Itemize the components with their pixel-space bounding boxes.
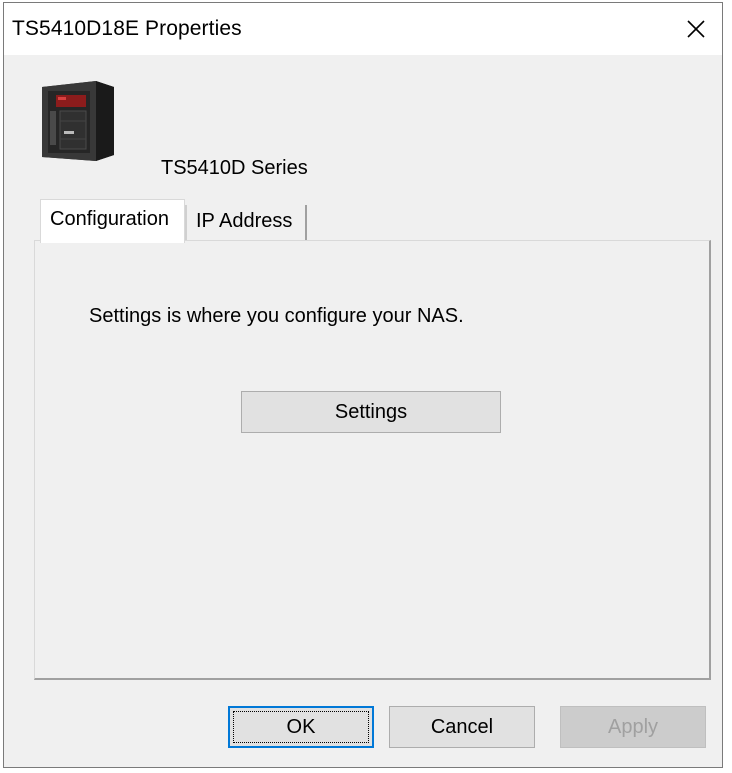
tab-configuration-label: Configuration — [50, 208, 169, 230]
settings-button-label: Settings — [334, 400, 408, 423]
ok-button[interactable]: OK — [228, 706, 374, 748]
apply-button-label: Apply — [607, 715, 659, 738]
apply-button[interactable]: Apply — [560, 706, 706, 748]
device-model-label: TS5410D Series — [161, 157, 308, 179]
cancel-button-label: Cancel — [430, 715, 494, 738]
tab-configuration[interactable]: Configuration — [40, 199, 185, 243]
tab-ip-address[interactable]: IP Address — [185, 205, 307, 241]
focus-indicator — [233, 711, 369, 743]
close-icon — [687, 20, 705, 38]
cancel-button[interactable]: Cancel — [389, 706, 535, 748]
settings-button[interactable]: Settings — [241, 391, 501, 433]
properties-dialog: TS5410D18E Properties TS5410D Series Con… — [3, 2, 723, 768]
configuration-panel: Settings is where you configure your NAS… — [34, 240, 711, 680]
panel-description: Settings is where you configure your NAS… — [89, 305, 464, 327]
title-bar: TS5410D18E Properties — [4, 3, 722, 55]
nas-device-icon — [42, 81, 114, 161]
close-button[interactable] — [670, 3, 722, 55]
tab-ip-address-label: IP Address — [196, 210, 293, 232]
window-title: TS5410D18E Properties — [12, 17, 242, 40]
